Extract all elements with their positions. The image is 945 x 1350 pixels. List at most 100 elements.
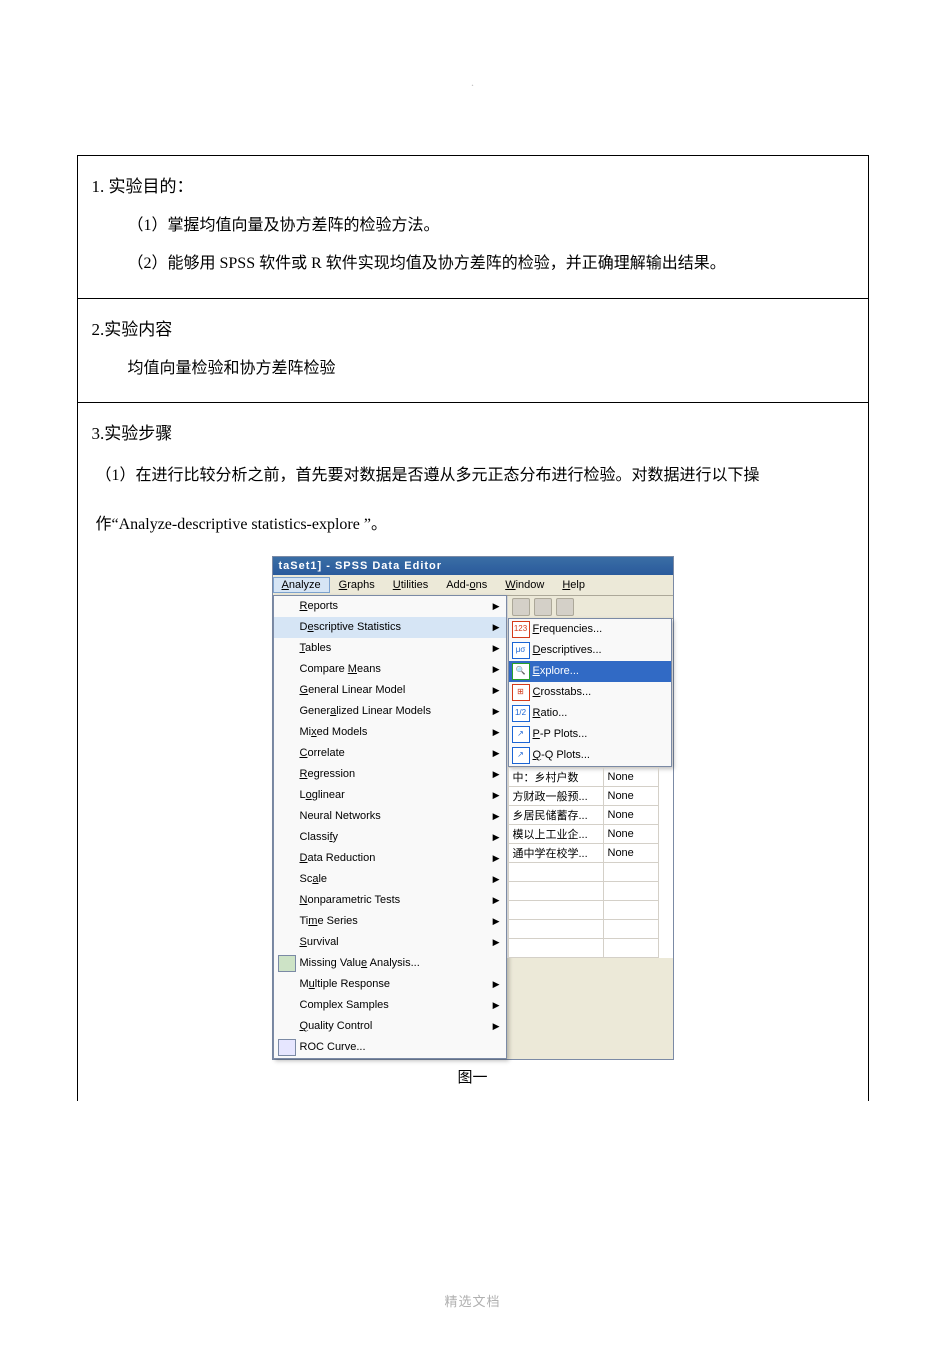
submenu-item-explore[interactable]: 🔍Explore... bbox=[509, 661, 671, 682]
menu-item-time-series[interactable]: Time Series ▶ bbox=[274, 911, 506, 932]
submenu-item-label: Q-Q Plots... bbox=[533, 749, 590, 761]
grid-cell-value: None bbox=[603, 767, 658, 786]
submenu-item-label: Ratio... bbox=[533, 707, 568, 719]
mva-icon bbox=[278, 955, 296, 972]
grid-cell-value: None bbox=[603, 786, 658, 805]
menu-item-missing-value-analysis[interactable]: Missing Value Analysis... bbox=[274, 953, 506, 974]
analyze-dropdown: Reports▶Descriptive Statistics▶Tables▶Co… bbox=[273, 595, 507, 1059]
table-row[interactable]: 中：乡村户数None bbox=[508, 767, 658, 786]
submenu-arrow-icon: ▶ bbox=[493, 727, 500, 738]
descriptive-statistics-submenu: 123Frequencies...μσDescriptives...🔍Explo… bbox=[508, 618, 672, 767]
menu-item-label: General Linear Model bbox=[300, 684, 406, 696]
menu-analyze[interactable]: Analyze bbox=[273, 577, 330, 593]
table-row bbox=[508, 919, 658, 938]
submenu-item-ratio[interactable]: 1/2Ratio... bbox=[509, 703, 671, 724]
menu-item-label: Scale bbox=[300, 873, 328, 885]
menu-item-label: ROC Curve... bbox=[300, 1041, 366, 1053]
menu-item-mixed-models[interactable]: Mixed Models ▶ bbox=[274, 722, 506, 743]
figure-caption: 图一 bbox=[92, 1066, 854, 1087]
content-line: 均值向量检验和协方差阵检验 bbox=[128, 350, 854, 388]
menu-item-general-linear-model[interactable]: General Linear Model ▶ bbox=[274, 680, 506, 701]
submenu-item-q-q-plots[interactable]: ↗Q-Q Plots... bbox=[509, 745, 671, 766]
table-row bbox=[508, 862, 658, 881]
submenu-icon: 123 bbox=[512, 621, 530, 638]
grid-cell-label: 模以上工业企... bbox=[508, 824, 603, 843]
spss-right-pane: 123Frequencies...μσDescriptives...🔍Explo… bbox=[507, 596, 673, 958]
submenu-item-label: Descriptives... bbox=[533, 644, 602, 656]
menu-item-loglinear[interactable]: Loglinear▶ bbox=[274, 785, 506, 806]
menu-item-survival[interactable]: Survival▶ bbox=[274, 932, 506, 953]
submenu-item-descriptives[interactable]: μσDescriptives... bbox=[509, 640, 671, 661]
heading-3: 3.实验步骤 bbox=[92, 419, 854, 444]
grid-cell-label: 方财政一般预... bbox=[508, 786, 603, 805]
table-row[interactable]: 通中学在校学...None bbox=[508, 843, 658, 862]
menu-item-nonparametric-tests[interactable]: Nonparametric Tests▶ bbox=[274, 890, 506, 911]
toolbar-icon-3[interactable] bbox=[556, 598, 574, 616]
menu-item-label: Data Reduction bbox=[300, 852, 376, 864]
menu-help[interactable]: Help bbox=[553, 577, 594, 593]
menu-item-regression[interactable]: Regression▶ bbox=[274, 764, 506, 785]
submenu-arrow-icon: ▶ bbox=[493, 979, 500, 990]
submenu-arrow-icon: ▶ bbox=[493, 748, 500, 759]
menu-item-descriptive-statistics[interactable]: Descriptive Statistics▶ bbox=[274, 617, 506, 638]
submenu-arrow-icon: ▶ bbox=[493, 874, 500, 885]
submenu-arrow-icon: ▶ bbox=[493, 853, 500, 864]
spss-menu-bar: AnalyzeGraphsUtilitiesAdd-onsWindowHelp bbox=[273, 575, 673, 596]
menu-item-label: Regression bbox=[300, 768, 356, 780]
menu-item-label: Compare Means bbox=[300, 663, 381, 675]
submenu-arrow-icon: ▶ bbox=[493, 664, 500, 675]
menu-item-label: Time Series bbox=[300, 915, 358, 927]
objective-item-2: （2）能够用 SPSS 软件或 R 软件实现均值及协方差阵的检验，并正确理解输出… bbox=[128, 245, 854, 283]
submenu-item-label: Crosstabs... bbox=[533, 686, 592, 698]
submenu-arrow-icon: ▶ bbox=[493, 790, 500, 801]
menu-item-label: Multiple Response bbox=[300, 978, 391, 990]
submenu-arrow-icon: ▶ bbox=[493, 685, 500, 696]
submenu-item-frequencies[interactable]: 123Frequencies... bbox=[509, 619, 671, 640]
menu-item-roc-curve[interactable]: ROC Curve... bbox=[274, 1037, 506, 1058]
menu-item-label: Correlate bbox=[300, 747, 345, 759]
submenu-arrow-icon: ▶ bbox=[493, 895, 500, 906]
page-footer: 精选文档 bbox=[0, 1291, 945, 1310]
menu-item-reports[interactable]: Reports▶ bbox=[274, 596, 506, 617]
section-content: 2.实验内容 均值向量检验和协方差阵检验 bbox=[78, 299, 868, 403]
menu-utilities[interactable]: Utilities bbox=[384, 577, 437, 593]
menu-item-label: Complex Samples bbox=[300, 999, 389, 1011]
table-row[interactable]: 乡居民储蓄存...None bbox=[508, 805, 658, 824]
menu-add-ons[interactable]: Add-ons bbox=[437, 577, 496, 593]
grid-cell-label: 乡居民储蓄存... bbox=[508, 805, 603, 824]
menu-item-generalized-linear-models[interactable]: Generalized Linear Models▶ bbox=[274, 701, 506, 722]
menu-window[interactable]: Window bbox=[496, 577, 553, 593]
submenu-arrow-icon: ▶ bbox=[493, 811, 500, 822]
menu-graphs[interactable]: Graphs bbox=[330, 577, 384, 593]
table-row[interactable]: 模以上工业企...None bbox=[508, 824, 658, 843]
menu-item-multiple-response[interactable]: Multiple Response ▶ bbox=[274, 974, 506, 995]
menu-item-label: Mixed Models bbox=[300, 726, 368, 738]
section-objective: 1. 实验目的： （1）掌握均值向量及协方差阵的检验方法。 （2）能够用 SPS… bbox=[78, 156, 868, 299]
submenu-item-label: P-P Plots... bbox=[533, 728, 588, 740]
menu-item-correlate[interactable]: Correlate ▶ bbox=[274, 743, 506, 764]
menu-item-label: Generalized Linear Models bbox=[300, 705, 431, 717]
table-row[interactable]: 方财政一般预...None bbox=[508, 786, 658, 805]
menu-item-label: Missing Value Analysis... bbox=[300, 957, 420, 969]
menu-item-label: Neural Networks bbox=[300, 810, 381, 822]
page-header-dot: . bbox=[0, 75, 945, 90]
menu-item-scale[interactable]: Scale ▶ bbox=[274, 869, 506, 890]
toolbar-icon-1[interactable] bbox=[512, 598, 530, 616]
menu-item-neural-networks[interactable]: Neural Networks ▶ bbox=[274, 806, 506, 827]
menu-item-label: Classify bbox=[300, 831, 339, 843]
menu-item-compare-means[interactable]: Compare Means ▶ bbox=[274, 659, 506, 680]
menu-item-quality-control[interactable]: Quality Control▶ bbox=[274, 1016, 506, 1037]
submenu-arrow-icon: ▶ bbox=[493, 937, 500, 948]
menu-item-classify[interactable]: Classify▶ bbox=[274, 827, 506, 848]
submenu-item-p-p-plots[interactable]: ↗P-P Plots... bbox=[509, 724, 671, 745]
submenu-icon: ↗ bbox=[512, 747, 530, 764]
menu-item-tables[interactable]: Tables▶ bbox=[274, 638, 506, 659]
step-1-line-b: 作“Analyze-descriptive statistics-explore… bbox=[96, 503, 854, 548]
submenu-item-crosstabs[interactable]: ⊞Crosstabs... bbox=[509, 682, 671, 703]
submenu-icon: ↗ bbox=[512, 726, 530, 743]
toolbar-icon-2[interactable] bbox=[534, 598, 552, 616]
menu-item-complex-samples[interactable]: Complex Samples▶ bbox=[274, 995, 506, 1016]
submenu-item-label: Explore... bbox=[533, 665, 579, 677]
menu-item-data-reduction[interactable]: Data Reduction ▶ bbox=[274, 848, 506, 869]
submenu-arrow-icon: ▶ bbox=[493, 916, 500, 927]
